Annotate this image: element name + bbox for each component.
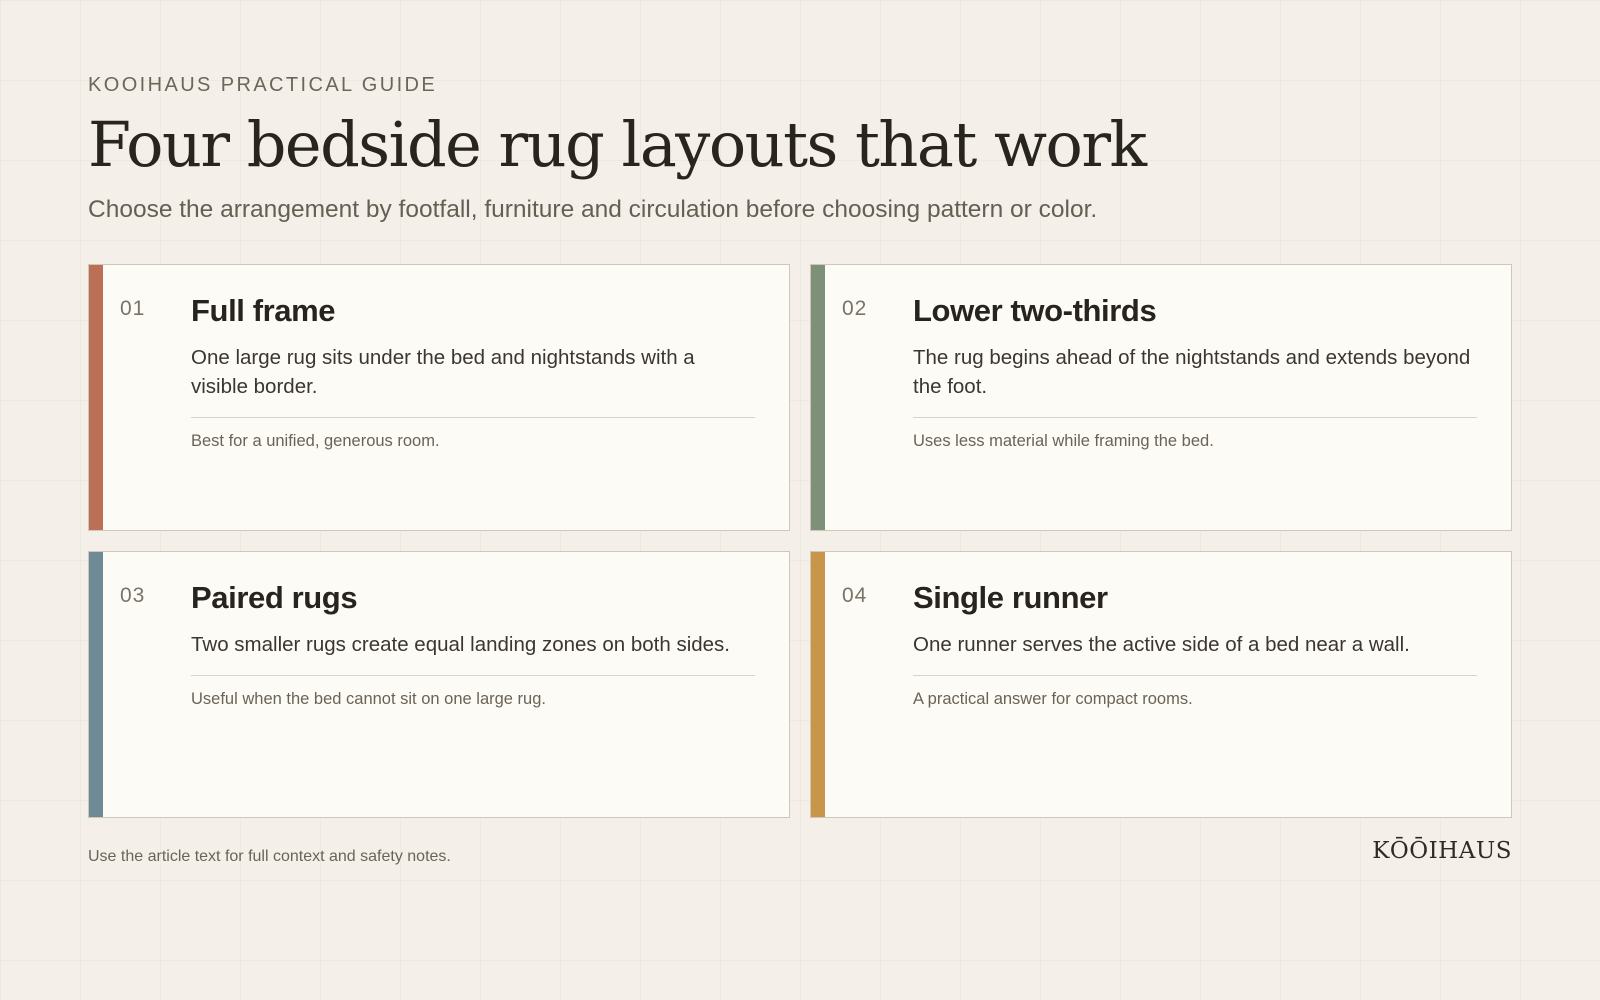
- footer-note: Use the article text for full context an…: [88, 848, 451, 865]
- card-divider: [913, 416, 1477, 418]
- card-description: One runner serves the active side of a b…: [913, 632, 1410, 656]
- layout-card-full-frame: 01 Full frame One large rug sits under t…: [88, 264, 790, 531]
- layout-cards-grid: 01 Full frame One large rug sits under t…: [88, 264, 1512, 818]
- eyebrow-label: KOOIHAUS PRACTICAL GUIDE: [88, 74, 438, 96]
- card-accent-bar: [811, 552, 825, 817]
- card-description: One large rug sits under the bed and nig…: [191, 345, 695, 398]
- card-note: Useful when the bed cannot sit on one la…: [191, 689, 546, 708]
- card-number: 03: [120, 584, 146, 607]
- card-description: Two smaller rugs create equal landing zo…: [191, 632, 731, 656]
- card-title: Paired rugs: [191, 580, 358, 615]
- layout-card-lower-two-thirds: 02 Lower two-thirds The rug begins ahead…: [810, 264, 1512, 531]
- page-subtitle: Choose the arrangement by footfall, furn…: [88, 196, 1098, 223]
- card-accent-bar: [811, 265, 825, 530]
- card-note: Uses less material while framing the bed…: [913, 431, 1214, 450]
- card-content: Full frame One large rug sits under the …: [191, 293, 755, 451]
- card-divider: [191, 674, 755, 676]
- layout-card-single-runner: 04 Single runner One runner serves the a…: [810, 551, 1512, 818]
- card-accent-bar: [89, 265, 103, 530]
- card-number: 01: [120, 297, 146, 320]
- card-content: Paired rugs Two smaller rugs create equa…: [191, 580, 755, 709]
- layout-card-paired-rugs: 03 Paired rugs Two smaller rugs create e…: [88, 551, 790, 818]
- card-title: Full frame: [191, 293, 336, 328]
- card-divider: [913, 674, 1477, 676]
- card-content: Lower two-thirds The rug begins ahead of…: [913, 293, 1477, 451]
- card-divider: [191, 416, 755, 418]
- card-title: Single runner: [913, 580, 1108, 615]
- card-description: The rug begins ahead of the nightstands …: [913, 345, 1471, 398]
- card-number: 04: [842, 584, 868, 607]
- card-note: Best for a unified, generous room.: [191, 431, 440, 450]
- page-title: Four bedside rug layouts that work: [88, 108, 1147, 181]
- card-number: 02: [842, 297, 868, 320]
- card-accent-bar: [89, 552, 103, 817]
- card-content: Single runner One runner serves the acti…: [913, 580, 1477, 709]
- brand-logo: KŌŌIHAUS: [1372, 838, 1512, 864]
- card-title: Lower two-thirds: [913, 293, 1157, 328]
- card-note: A practical answer for compact rooms.: [913, 689, 1193, 708]
- guide-page: KOOIHAUS PRACTICAL GUIDE Four bedside ru…: [88, 0, 1512, 1000]
